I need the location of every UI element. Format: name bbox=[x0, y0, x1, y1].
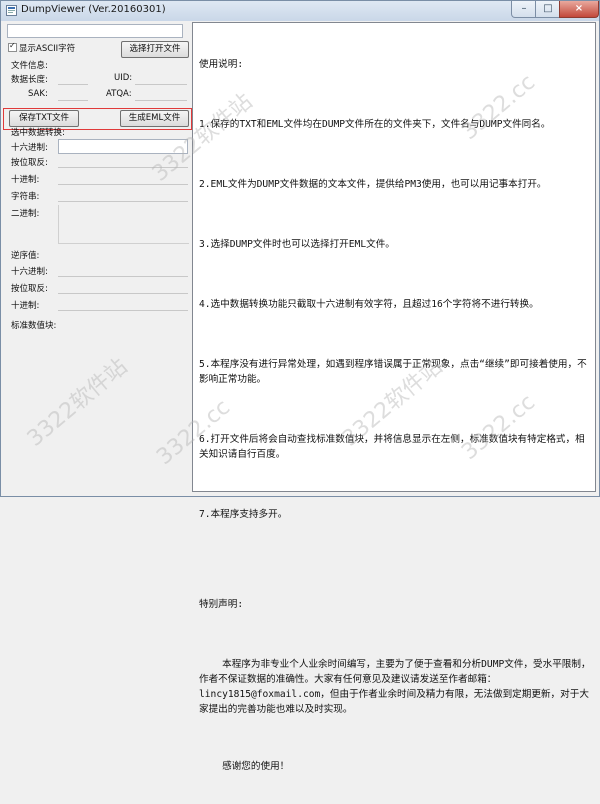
client-area: 显示ASCII字符 选择打开文件 文件信息: 数据长度: UID: SAK: A… bbox=[1, 21, 599, 772]
sak-value bbox=[58, 87, 88, 101]
minimize-button[interactable]: – bbox=[511, 1, 537, 18]
file-info-label: 文件信息: bbox=[11, 61, 48, 71]
thanks-text: 感谢您的使用！ bbox=[199, 761, 290, 772]
data-length-value bbox=[58, 71, 88, 85]
generate-eml-button[interactable]: 生成EML文件 bbox=[120, 110, 189, 127]
rev-byte-reverse-label: 按位取反: bbox=[11, 284, 48, 294]
doc-item-1: 1.保存的TXT和EML文件均在DUMP文件所在的文件夹下，文件名与DUMP文件… bbox=[199, 119, 551, 130]
doc-item-2: 2.EML文件为DUMP文件数据的文本文件，提供给PM3使用，也可以用记事本打开… bbox=[199, 179, 547, 190]
rev-decimal-value bbox=[58, 297, 188, 311]
doc-heading: 使用说明: bbox=[199, 59, 244, 70]
save-txt-button[interactable]: 保存TXT文件 bbox=[9, 110, 79, 127]
binary-label: 二进制: bbox=[11, 209, 40, 219]
byte-reverse-value bbox=[58, 154, 188, 168]
rev-byte-reverse-value bbox=[58, 280, 188, 294]
instructions-textbox[interactable]: 使用说明: 1.保存的TXT和EML文件均在DUMP文件所在的文件夹下，文件名与… bbox=[192, 22, 596, 772]
string-value bbox=[58, 188, 188, 202]
close-button[interactable]: × bbox=[559, 1, 599, 18]
doc-item-6: 6.打开文件后将会自动查找标准数值块，并将信息显示在左侧，标准数值块有特定格式，… bbox=[199, 434, 585, 460]
atqa-label: ATQA: bbox=[106, 89, 132, 99]
app-window: DumpViewer (Ver.20160301) – □ × 显示ASCII字… bbox=[0, 0, 600, 772]
hex-input[interactable] bbox=[58, 139, 188, 154]
instructions-content: 使用说明: 1.保存的TXT和EML文件均在DUMP文件所在的文件夹下，文件名与… bbox=[199, 27, 591, 804]
show-ascii-label: 显示ASCII字符 bbox=[19, 44, 76, 54]
app-icon bbox=[6, 5, 17, 16]
doc-item-7: 7.本程序支持多开。 bbox=[199, 509, 288, 520]
uid-value bbox=[135, 71, 187, 85]
byte-reverse-label: 按位取反: bbox=[11, 158, 48, 168]
rev-hex-value bbox=[58, 263, 188, 277]
rev-hex-label: 十六进制: bbox=[11, 267, 48, 277]
maximize-button[interactable]: □ bbox=[535, 1, 561, 18]
left-panel: 显示ASCII字符 选择打开文件 文件信息: 数据长度: UID: SAK: A… bbox=[3, 21, 192, 493]
hex-label: 十六进制: bbox=[11, 143, 48, 153]
binary-value bbox=[58, 205, 189, 244]
open-file-button[interactable]: 选择打开文件 bbox=[121, 41, 189, 58]
string-label: 字符串: bbox=[11, 192, 40, 202]
file-path-input[interactable] bbox=[7, 24, 183, 38]
rev-decimal-label: 十进制: bbox=[11, 301, 40, 311]
uid-label: UID: bbox=[114, 73, 133, 83]
window-title: DumpViewer (Ver.20160301) bbox=[21, 4, 166, 15]
decimal-label: 十进制: bbox=[11, 175, 40, 185]
sak-label: SAK: bbox=[28, 89, 48, 99]
decimal-value bbox=[58, 171, 188, 185]
special-body: 本程序为非专业个人业余时间编写，主要为了便于查看和分析DUMP文件，受水平限制，… bbox=[199, 659, 591, 715]
doc-item-3: 3.选择DUMP文件时也可以选择打开EML文件。 bbox=[199, 239, 395, 250]
data-length-label: 数据长度: bbox=[11, 75, 48, 85]
reverse-label: 逆序值: bbox=[11, 251, 40, 261]
doc-item-5: 5.本程序没有进行异常处理，如遇到程序错误属于正常现象，点击“继续”即可接着使用… bbox=[199, 359, 587, 385]
selected-convert-label: 选中数据转换: bbox=[11, 128, 65, 138]
special-heading: 特别声明: bbox=[199, 599, 244, 610]
atqa-value bbox=[135, 87, 187, 101]
show-ascii-checkbox[interactable] bbox=[8, 41, 17, 52]
doc-item-4: 4.选中数据转换功能只截取十六进制有效字符，且超过16个字符将不进行转换。 bbox=[199, 299, 539, 310]
title-bar[interactable]: DumpViewer (Ver.20160301) – □ × bbox=[1, 1, 599, 21]
std-value-block-label: 标准数值块: bbox=[11, 321, 57, 331]
